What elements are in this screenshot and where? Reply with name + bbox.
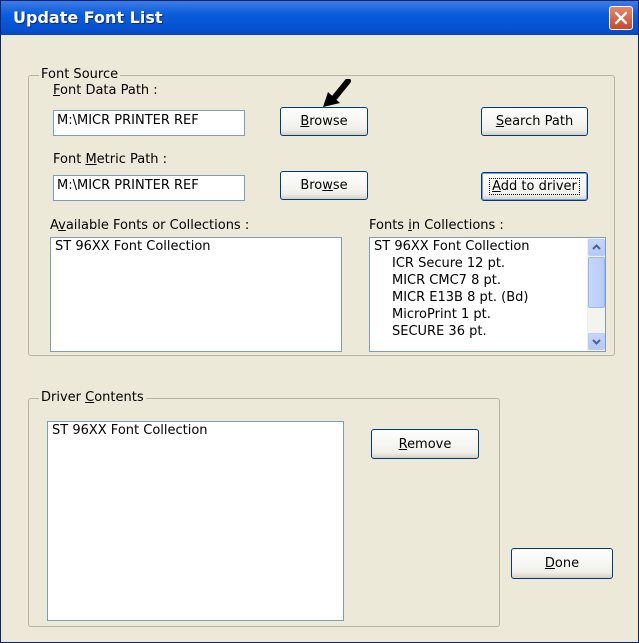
chevron-down-icon bbox=[592, 339, 601, 345]
driver-contents-list[interactable]: ST 96XX Font Collection bbox=[47, 421, 344, 621]
close-button[interactable] bbox=[609, 6, 633, 30]
remove-label: Remove bbox=[398, 436, 452, 452]
available-fonts-list[interactable]: ST 96XX Font Collection bbox=[50, 237, 342, 352]
update-font-list-dialog: Update Font List Font Source Font Data P… bbox=[0, 0, 639, 643]
font-data-path-label: Font Data Path : bbox=[53, 83, 158, 98]
chevron-up-icon bbox=[592, 244, 601, 250]
browse-label-2: Browse bbox=[300, 178, 348, 193]
close-icon bbox=[614, 11, 628, 25]
add-to-driver-button[interactable]: Add to driver bbox=[481, 172, 588, 201]
scroll-down-button[interactable] bbox=[588, 333, 605, 350]
done-label: Done bbox=[544, 556, 580, 571]
done-button[interactable]: Done bbox=[511, 548, 613, 579]
add-to-driver-label: Add to driver bbox=[489, 178, 580, 195]
list-item[interactable]: MICR CMC7 8 pt. bbox=[370, 272, 605, 289]
font-data-path-input[interactable]: M:\MICR PRINTER REF bbox=[53, 110, 245, 136]
search-path-button[interactable]: Search Path bbox=[481, 107, 588, 136]
dialog-body: Font Source Font Data Path : M:\MICR PRI… bbox=[1, 35, 638, 642]
list-item[interactable]: ST 96XX Font Collection bbox=[370, 238, 605, 255]
list-item[interactable]: ST 96XX Font Collection bbox=[48, 422, 343, 439]
collections-scrollbar[interactable] bbox=[587, 238, 605, 351]
list-item[interactable]: ICR Secure 12 pt. bbox=[370, 255, 605, 272]
list-item[interactable]: MICR E13B 8 pt. (Bd) bbox=[370, 289, 605, 306]
title-bar[interactable]: Update Font List bbox=[1, 1, 638, 35]
driver-contents-legend: Driver Contents bbox=[39, 390, 146, 405]
list-item[interactable]: MicroPrint 1 pt. bbox=[370, 306, 605, 323]
font-metric-browse-button[interactable]: Browse bbox=[280, 171, 368, 200]
list-item[interactable]: ST 96XX Font Collection bbox=[51, 238, 341, 255]
font-metric-path-input[interactable]: M:\MICR PRINTER REF bbox=[53, 175, 245, 201]
arrow-pointer-icon bbox=[323, 79, 351, 107]
scroll-thumb[interactable] bbox=[588, 257, 605, 308]
available-fonts-label: Available Fonts or Collections : bbox=[50, 218, 250, 233]
fonts-in-collections-label: Fonts in Collections : bbox=[369, 218, 504, 233]
scroll-up-button[interactable] bbox=[588, 239, 605, 256]
remove-button[interactable]: Remove bbox=[371, 429, 479, 459]
font-source-legend: Font Source bbox=[39, 67, 121, 82]
font-metric-path-label: Font Metric Path : bbox=[53, 152, 168, 167]
list-item[interactable]: SECURE 36 pt. bbox=[370, 323, 605, 340]
browse-label: Browse bbox=[300, 114, 348, 129]
window-title: Update Font List bbox=[13, 8, 163, 27]
search-path-label: Search Path bbox=[495, 114, 574, 129]
fonts-in-collections-list[interactable]: ST 96XX Font Collection ICR Secure 12 pt… bbox=[369, 237, 606, 352]
